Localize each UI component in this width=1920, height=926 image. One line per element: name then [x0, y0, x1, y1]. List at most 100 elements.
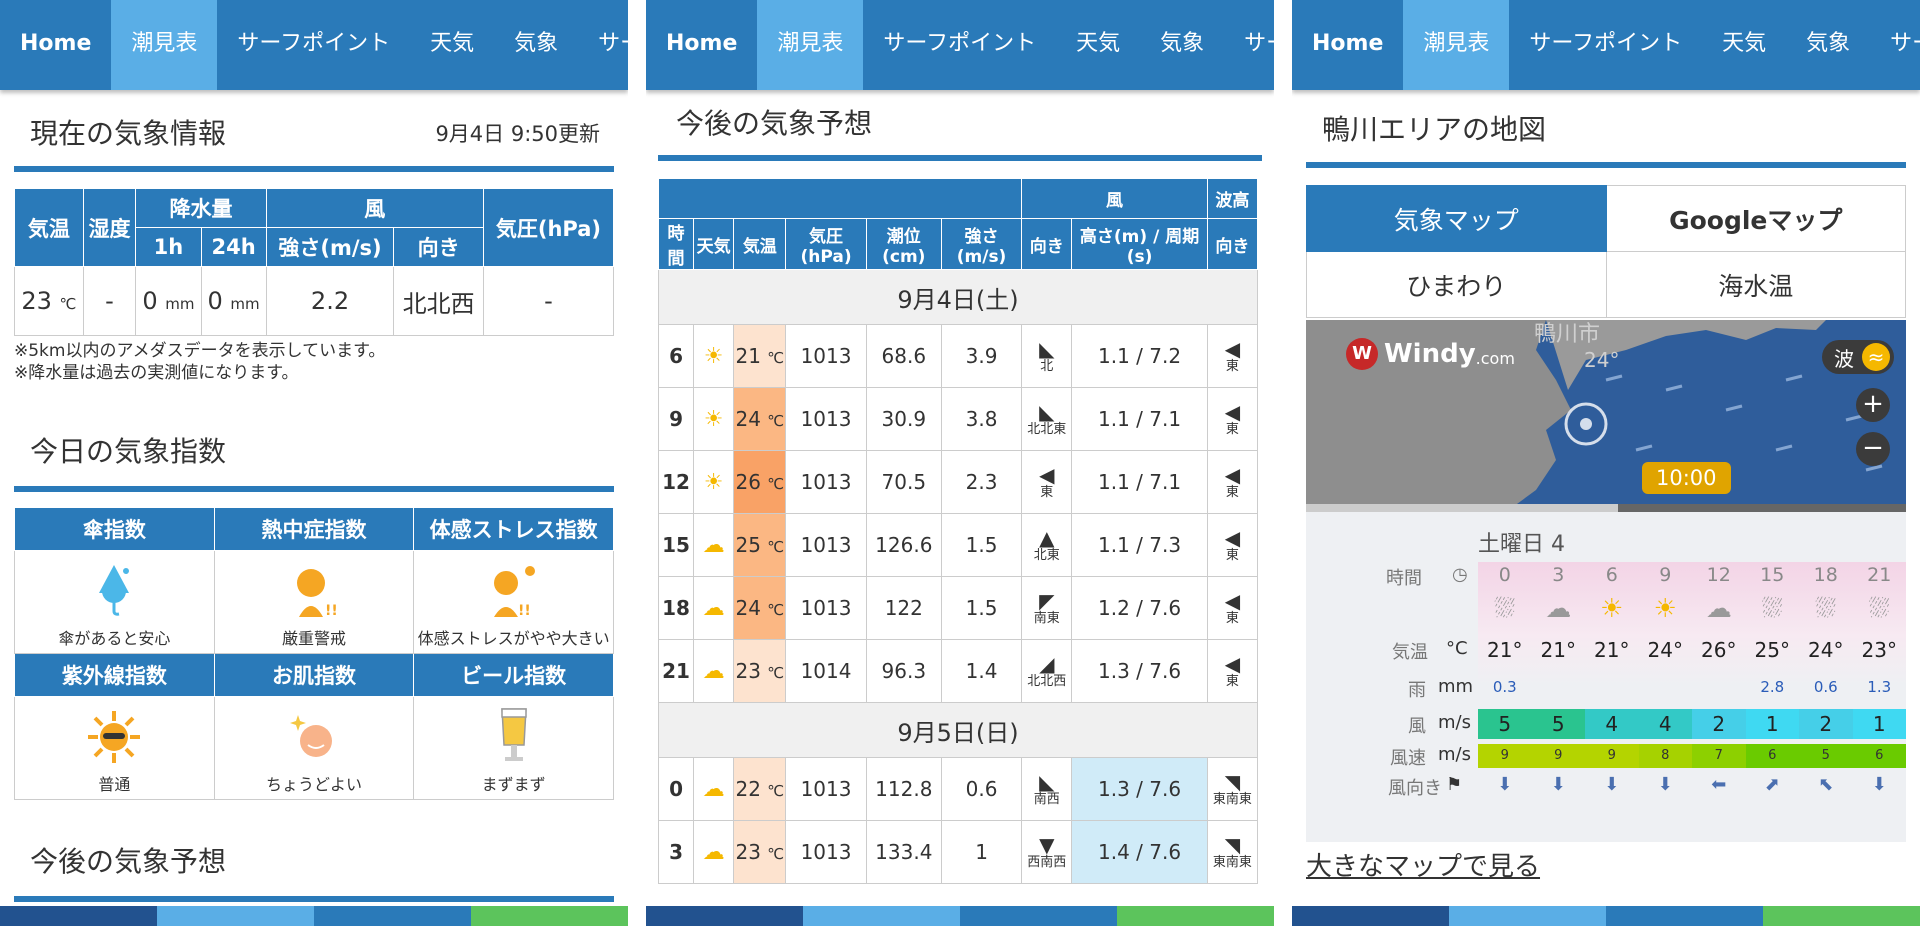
tab-weather-map[interactable]: 気象マップ	[1306, 185, 1607, 252]
wave-arrow-icon: ◀	[1224, 400, 1241, 424]
nav-weather[interactable]: 天気	[1702, 0, 1786, 90]
weather-icon: ⛆	[1494, 594, 1516, 624]
wind-dir-cell: ◀ 東	[1021, 450, 1073, 514]
wind-arrow-icon: ◀	[1039, 463, 1055, 487]
temp-value: 25°	[1754, 638, 1790, 662]
hour-label: 0	[1498, 564, 1511, 586]
wind-dir-label: 北東	[1033, 548, 1060, 563]
temp-value: 24°	[1647, 638, 1683, 662]
index-name: ビール指数	[413, 653, 614, 697]
nav-surf-point[interactable]: サーフポイント	[217, 0, 410, 90]
th-weather: 天気	[693, 218, 735, 270]
index-cell: まずまず	[413, 696, 614, 800]
rain-24h-value: 0	[207, 287, 223, 315]
tab-himawari[interactable]: ひまわり	[1306, 251, 1607, 318]
windy-forecast-widget: 土曜日 4 時間 ◷ 気温 °C 雨 mm 風 m/s 風速 m/s 風向き ⚑ 0 ⛆ 21° 0.3 5 9 ⬇…	[1306, 512, 1906, 842]
forecast-table: 風 波高 時間 天気 気温 気圧(hPa) 潮位(cm) 強さ(m/s) 向き …	[657, 178, 1259, 884]
wind-value: 2	[1799, 709, 1853, 739]
zoom-out-button[interactable]: −	[1856, 432, 1890, 466]
stress-icon: !!	[493, 566, 535, 619]
time-marker[interactable]: 10:00	[1642, 462, 1731, 494]
nav-home[interactable]: Home	[1292, 0, 1403, 90]
nav-home[interactable]: Home	[646, 0, 757, 90]
gust-label: 風速	[1390, 748, 1426, 769]
svg-text:!!: !!	[518, 603, 531, 619]
wind-dir-cell: ◣ 南西	[1021, 757, 1073, 821]
wave-dir-cell: ◥ 東南東	[1206, 757, 1259, 821]
nav-meteorology[interactable]: 気象	[1786, 0, 1870, 90]
layer-label: 波	[1834, 346, 1854, 371]
wind-direction-icon: ⬇	[1550, 774, 1566, 795]
temp-value: 24	[735, 596, 761, 620]
nav-tide[interactable]: 潮見表	[757, 0, 864, 90]
gust-value: 6	[1852, 744, 1906, 768]
nav-meteorology[interactable]: 気象	[1140, 0, 1224, 90]
hour-label: 3	[1552, 564, 1565, 586]
zoom-in-button[interactable]: +	[1856, 388, 1890, 422]
hour-cell: 9	[657, 387, 695, 451]
pressure-cell: 1013	[785, 450, 867, 514]
th-wind-dir: 向き	[1021, 218, 1073, 270]
timeline-track[interactable]	[1306, 504, 1906, 512]
nav-surf[interactable]: サーフ	[1224, 0, 1274, 90]
divider	[14, 166, 614, 172]
temp-label: 気温	[1392, 642, 1428, 663]
tab-sea-temp[interactable]: 海水温	[1605, 251, 1906, 318]
nav-home[interactable]: Home	[0, 0, 111, 90]
wave-dir-cell: ◀ 東	[1206, 639, 1259, 703]
layer-selector[interactable]: 波 ≈	[1822, 340, 1894, 374]
wave-arrow-icon: ◀	[1224, 463, 1241, 487]
bottom-share-bar[interactable]	[646, 906, 1274, 926]
current-weather-table: 気温 湿度 降水量 風 気圧(hPa) 1h 24h 強さ(m/s) 向き 23…	[14, 188, 615, 336]
nav-weather[interactable]: 天気	[410, 0, 494, 90]
bottom-share-bar[interactable]	[1292, 906, 1920, 926]
rain-1h-value: 0	[142, 287, 158, 315]
tab-google-map[interactable]: Googleマップ	[1605, 185, 1906, 252]
tide-cell: 30.9	[865, 387, 942, 451]
larger-map-link[interactable]: 大きなマップで見る	[1306, 846, 1540, 883]
forecast-title: 今後の気象予想	[30, 845, 227, 878]
wave-arrow-icon: ◀	[1224, 337, 1241, 361]
nav-tide[interactable]: 潮見表	[111, 0, 218, 90]
table-row: 6 ☀ 21 ℃ 1013 68.6 3.9 ◣ 北 1.1 / 7.2 ◀ 東	[657, 324, 1259, 388]
temp-unit: ℃	[59, 295, 77, 313]
nav-meteorology[interactable]: 気象	[494, 0, 578, 90]
note-amedas: ※5km以内のアメダスデータを表示しています。	[14, 341, 386, 361]
rain-unit: mm	[230, 295, 260, 313]
hour-cell: 0	[657, 757, 695, 821]
th-wave-dir: 向き	[1206, 218, 1259, 270]
windy-map[interactable]: W Windy .com 鴨川市 24° 波 ≈ + − 10:00	[1306, 320, 1906, 512]
temp-unit: ℃	[767, 412, 785, 430]
flag-icon: ⚑	[1446, 774, 1463, 795]
table-row: 23 ℃ - 0 mm 0 mm 2.2 北北西 -	[14, 266, 615, 336]
humidity-cell: -	[82, 266, 137, 336]
windy-logo[interactable]: W Windy .com	[1346, 338, 1515, 370]
nav-weather[interactable]: 天気	[1056, 0, 1140, 90]
pressure-cell: 1013	[785, 387, 867, 451]
wind-direction-icon: ⬇	[1657, 774, 1673, 795]
wave-dir-cell: ◀ 東	[1206, 324, 1259, 388]
nav-surf[interactable]: サーフ	[1870, 0, 1920, 90]
nav-surf-point[interactable]: サーフポイント	[1509, 0, 1702, 90]
nav-surf-point[interactable]: サーフポイント	[863, 0, 1056, 90]
wind-value: 5	[1478, 709, 1532, 739]
hour-cell: 6	[657, 324, 695, 388]
wind-dir-label: 北北東	[1027, 422, 1067, 437]
map-city-temp: 24°	[1584, 348, 1620, 372]
rain-value: 0.6	[1813, 678, 1838, 696]
top-nav: Home 潮見表 サーフポイント 天気 気象 サーフ	[0, 0, 628, 90]
bottom-share-bar[interactable]	[0, 906, 628, 926]
wind-value: 4	[1585, 709, 1639, 739]
temp-cell: 24 ℃	[733, 387, 787, 451]
hour-cell: 21	[657, 639, 695, 703]
wind-dir-cell: ▼ 西南西	[1021, 820, 1073, 884]
rain-value: 1.3	[1867, 678, 1892, 696]
temp-value: 21°	[1540, 638, 1576, 662]
temp-value: 26°	[1701, 638, 1737, 662]
nav-surf[interactable]: サーフ	[578, 0, 628, 90]
weather-icon: ⛆	[1868, 594, 1890, 624]
nav-tide[interactable]: 潮見表	[1403, 0, 1510, 90]
temp-value: 24	[735, 407, 761, 431]
clock-icon: ◷	[1452, 564, 1468, 585]
weather-icon: ⛆	[1761, 594, 1783, 624]
